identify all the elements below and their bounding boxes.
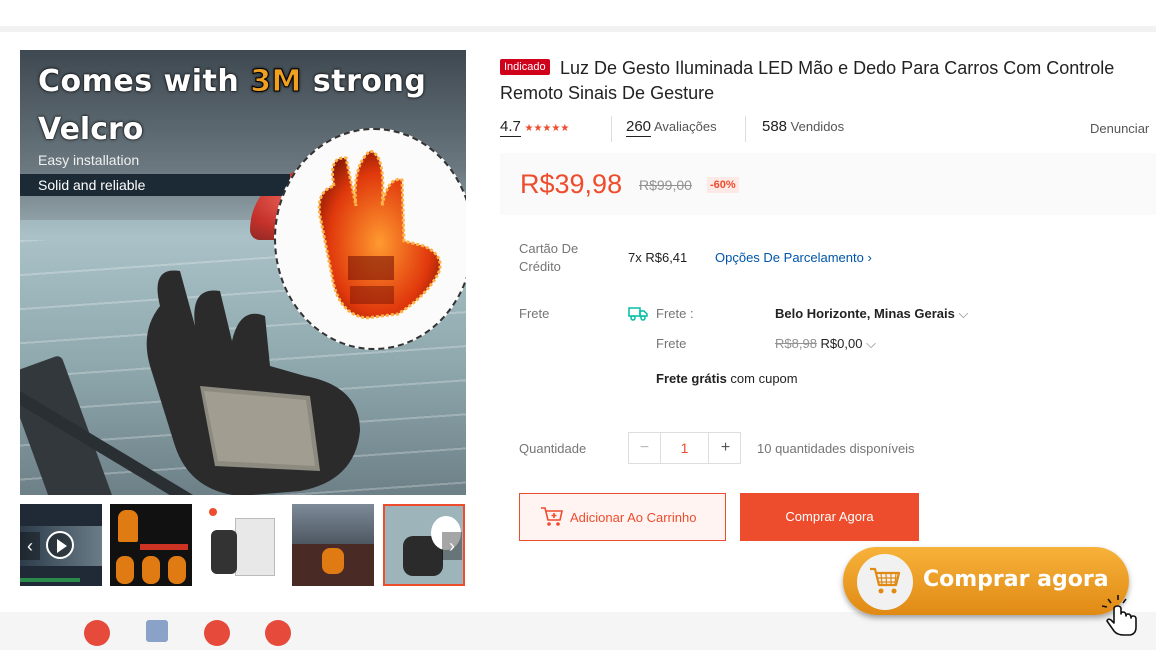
thumb-remote [211, 530, 237, 574]
thumbnail-strip: ‹ › [20, 504, 466, 588]
bottom-square-icon [146, 620, 168, 642]
hand-pointer-icon [1101, 595, 1137, 636]
chevron-down-icon: ⌵ [866, 336, 876, 351]
truck-icon [628, 305, 648, 326]
bottom-band [0, 612, 1156, 650]
sold-count: 588 [762, 118, 788, 135]
thumb-hand-4 [168, 556, 186, 584]
shipping-to-label: Frete : [656, 306, 694, 321]
promo-easy-installation: Easy installation [38, 152, 140, 168]
shipping-label: Frete [519, 306, 550, 321]
thumb-hand-lit [322, 548, 344, 574]
rating-summary[interactable]: 4.7 ★★★★★ [500, 118, 570, 137]
shipping-cost-old: R$8,98 [775, 336, 817, 351]
thumb-bar [140, 544, 188, 550]
shipping-cost-new: R$0,00 [820, 336, 863, 351]
free-shipping-bold: Frete grátis [656, 371, 727, 386]
shipping-cost-label: Frete [656, 336, 687, 351]
rating-stars-icon: ★★★★★ [524, 123, 570, 134]
thumbnail-3[interactable] [201, 504, 283, 586]
shipping-destination[interactable]: Belo Horizonte, Minas Gerais ⌵ [775, 306, 968, 322]
shipping-destination-value: Belo Horizonte, Minas Gerais [775, 306, 955, 321]
cart-icon [870, 567, 901, 594]
cta-cart-circle [857, 554, 913, 610]
quantity-label: Quantidade [519, 441, 587, 456]
quantity-available: 10 quantidades disponíveis [757, 441, 915, 456]
lit-hand-icon [317, 149, 442, 320]
reviews-label: Avaliações [653, 119, 717, 134]
reviews-count: 260 [626, 118, 652, 137]
thumb-box [235, 518, 275, 576]
thumb-hand-1 [118, 510, 138, 542]
buy-now-cta[interactable]: Comprar agora [843, 547, 1129, 615]
sold-summary: 588 Vendidos [762, 118, 844, 135]
promo-heading-line2: Velcro [38, 112, 144, 147]
chevron-right-icon[interactable]: › [442, 532, 462, 560]
quantity-stepper: − 1 + [628, 432, 741, 464]
top-divider [0, 26, 1156, 32]
add-to-cart-button[interactable]: Adicionar Ao Carrinho [519, 493, 726, 541]
thumb-logo [209, 508, 217, 516]
thumb-hand-3 [142, 556, 160, 584]
bottom-circle-icon [204, 620, 230, 646]
price-box: R$39,98 R$99,00 -60% [500, 153, 1156, 215]
buy-now-button[interactable]: Comprar Agora [740, 493, 919, 541]
original-price: R$99,00 [639, 177, 692, 193]
installment-options-label: Opções De Parcelamento [715, 250, 864, 265]
zoom-circle [274, 128, 466, 350]
bottom-circle-icon [84, 620, 110, 646]
increment-button[interactable]: + [710, 433, 741, 463]
reviews-summary[interactable]: 260 Avaliações [626, 118, 717, 137]
recommended-badge: Indicado [500, 59, 550, 75]
free-shipping-note: Frete grátis com cupom [656, 371, 798, 386]
current-price: R$39,98 [520, 169, 623, 199]
product-main-image[interactable]: Comes with 3M strong Velcro Easy install… [20, 50, 466, 495]
play-triangle [57, 539, 67, 553]
thumb-car-interior [292, 504, 374, 544]
video-progress [20, 578, 80, 582]
thumb-hand-2 [116, 556, 134, 584]
shipping-cost[interactable]: R$8,98 R$0,00 ⌵ [775, 336, 876, 352]
play-icon[interactable] [46, 531, 74, 559]
product-title: Luz De Gesto Iluminada LED Mão e Dedo Pa… [500, 58, 1115, 103]
cart-icon [541, 507, 563, 526]
add-to-cart-label: Adicionar Ao Carrinho [570, 510, 697, 525]
stats-divider [611, 116, 612, 142]
chevron-down-icon: ⌵ [958, 306, 969, 321]
promo-heading-line1: Comes with 3M strong [38, 64, 427, 100]
cta-label: Comprar agora [923, 567, 1109, 592]
chevron-left-icon[interactable]: ‹ [20, 532, 40, 560]
stats-divider [745, 116, 746, 142]
installment-options-link[interactable]: Opções De Parcelamento › [715, 250, 872, 265]
report-link[interactable]: Denunciar [1090, 121, 1149, 136]
sold-label: Vendidos [790, 119, 845, 134]
chevron-right-icon: › [867, 250, 872, 265]
quantity-input[interactable]: 1 [660, 433, 709, 463]
rating-value: 4.7 [500, 118, 521, 137]
discount-badge: -60% [707, 177, 739, 193]
installments-value: 7x R$6,41 [628, 250, 688, 265]
decrement-button[interactable]: − [629, 433, 660, 463]
credit-label: Cartão De Crédito [519, 241, 579, 274]
thumbnail-2[interactable] [110, 504, 192, 586]
top-band [0, 0, 1156, 26]
bottom-circle-icon [265, 620, 291, 646]
free-shipping-rest: com cupom [726, 371, 798, 386]
thumbnail-4[interactable] [292, 504, 374, 586]
promo-solid-reliable: Solid and reliable [20, 174, 290, 196]
